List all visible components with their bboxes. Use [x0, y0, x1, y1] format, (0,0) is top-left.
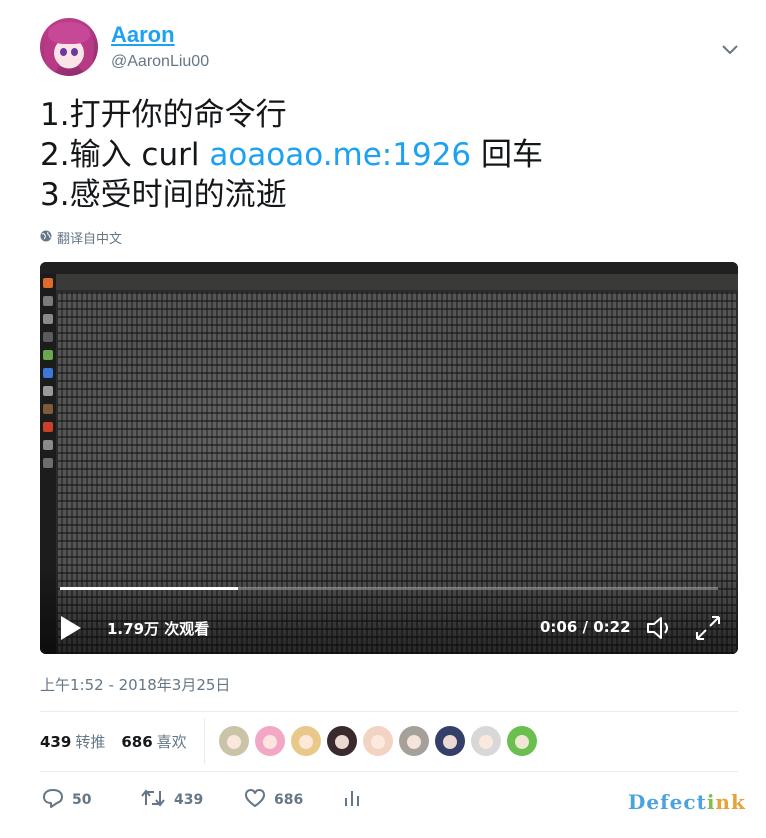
liker-avatar[interactable]: [399, 726, 429, 756]
retweet-count: 439: [174, 792, 204, 808]
reply-count: 50: [72, 792, 92, 808]
video-desktop-topbar: [40, 262, 738, 274]
divider: [40, 771, 738, 772]
analytics-button[interactable]: [344, 788, 360, 812]
watermark: Defectink: [628, 790, 746, 814]
retweet-stat[interactable]: 439 转推: [40, 731, 105, 752]
like-button[interactable]: 686: [244, 788, 303, 812]
heart-icon: [244, 788, 266, 812]
liker-avatar[interactable]: [291, 726, 321, 756]
analytics-icon: [344, 788, 360, 812]
play-icon[interactable]: [60, 615, 82, 641]
retweet-button[interactable]: 439: [140, 788, 203, 812]
liker-avatar[interactable]: [471, 726, 501, 756]
like-count: 686: [274, 792, 304, 808]
liker-avatars: [219, 726, 537, 756]
translate-link[interactable]: 翻译自中文: [40, 228, 122, 247]
video-time: 0:06 / 0:22: [540, 618, 631, 636]
retweet-icon: [140, 788, 166, 812]
tweet-line-2: 2.输入 curl aoaoao.me:1926 回车: [40, 137, 544, 173]
tweet-card: Aaron @AaronLiu00 1.打开你的命令行 2.输入 curl ao…: [0, 0, 766, 838]
globe-icon: [40, 230, 52, 246]
video-terminal-titlebar: [56, 274, 738, 290]
tweet-text: 1.打开你的命令行 2.输入 curl aoaoao.me:1926 回车 3.…: [40, 95, 740, 215]
divider: [204, 718, 205, 764]
tweet-stats: 439 转推 686 喜欢: [40, 731, 187, 752]
tweet-line-3: 3.感受时间的流逝: [40, 177, 287, 213]
tweet-link[interactable]: aoaoao.me:1926: [209, 137, 471, 173]
author-name[interactable]: Aaron: [111, 22, 175, 48]
tweet-timestamp[interactable]: 上午1:52 - 2018年3月25日: [40, 674, 230, 695]
liker-avatar[interactable]: [435, 726, 465, 756]
liker-avatar[interactable]: [255, 726, 285, 756]
video-progress-bar[interactable]: [60, 587, 718, 590]
liker-avatar[interactable]: [327, 726, 357, 756]
video-view-count: 1.79万 次观看: [107, 620, 210, 638]
reply-icon: [42, 788, 64, 812]
tweet-line-1: 1.打开你的命令行: [40, 97, 287, 133]
chevron-down-icon[interactable]: [720, 40, 740, 60]
divider: [40, 711, 738, 712]
translate-label: 翻译自中文: [57, 232, 123, 247]
reply-button[interactable]: 50: [42, 788, 91, 812]
video-player[interactable]: 1.79万 次观看 0:06 / 0:22: [40, 262, 738, 654]
liker-avatar[interactable]: [363, 726, 393, 756]
liker-avatar[interactable]: [507, 726, 537, 756]
tweet-actions: 50 439 686: [40, 788, 370, 814]
liker-avatar[interactable]: [219, 726, 249, 756]
volume-icon[interactable]: [646, 615, 674, 641]
author-handle[interactable]: @AaronLiu00: [111, 53, 209, 71]
like-stat[interactable]: 686 喜欢: [121, 731, 186, 752]
author-avatar[interactable]: [40, 18, 98, 76]
video-progress-fill: [60, 587, 238, 590]
fullscreen-icon[interactable]: [694, 614, 722, 642]
